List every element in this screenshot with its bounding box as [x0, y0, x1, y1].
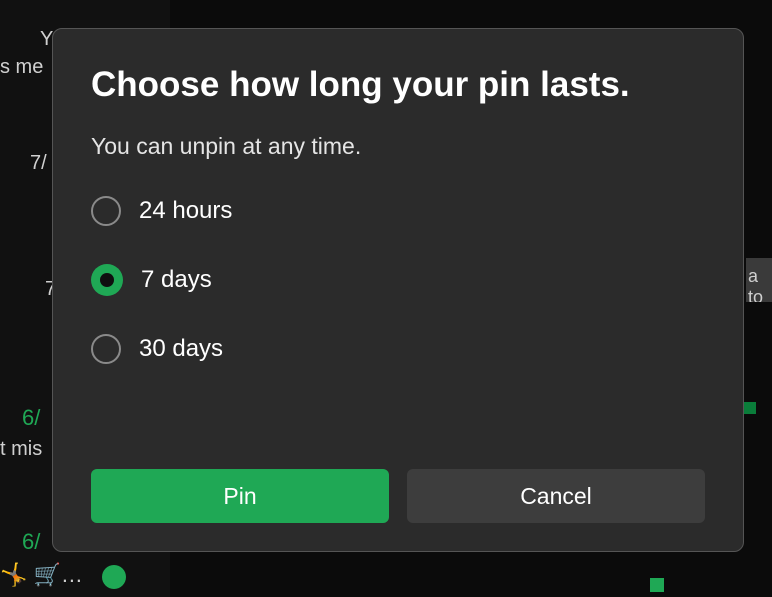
bg-text-fragment: s me [0, 56, 43, 79]
unread-badge [102, 565, 126, 589]
pin-button[interactable]: Pin [91, 469, 389, 523]
radio-icon [91, 196, 121, 226]
option-30-days[interactable]: 30 days [91, 334, 705, 364]
radio-icon-selected [91, 264, 123, 296]
option-label: 24 hours [139, 197, 232, 225]
dialog-subtitle: You can unpin at any time. [91, 133, 705, 160]
dialog-title: Choose how long your pin lasts. [91, 65, 705, 105]
option-label: 7 days [141, 266, 212, 294]
bg-date-fragment: 6/ [22, 405, 40, 431]
bg-green-fragment [650, 578, 664, 592]
bg-emoji-fragment: 🤸 🛒… [0, 562, 83, 588]
bg-date-fragment: 6/ [22, 529, 40, 555]
option-7-days[interactable]: 7 days [91, 264, 705, 296]
bg-right-fragment: a to [746, 258, 772, 302]
cancel-button[interactable]: Cancel [407, 469, 705, 523]
radio-group: 24 hours 7 days 30 days [91, 196, 705, 364]
bg-text-fragment: 7/ [30, 152, 47, 175]
radio-icon [91, 334, 121, 364]
option-label: 30 days [139, 335, 223, 363]
pin-duration-dialog: Choose how long your pin lasts. You can … [52, 28, 744, 552]
bg-text-fragment: t mis [0, 438, 42, 461]
option-24-hours[interactable]: 24 hours [91, 196, 705, 226]
dialog-actions: Pin Cancel [91, 469, 705, 523]
